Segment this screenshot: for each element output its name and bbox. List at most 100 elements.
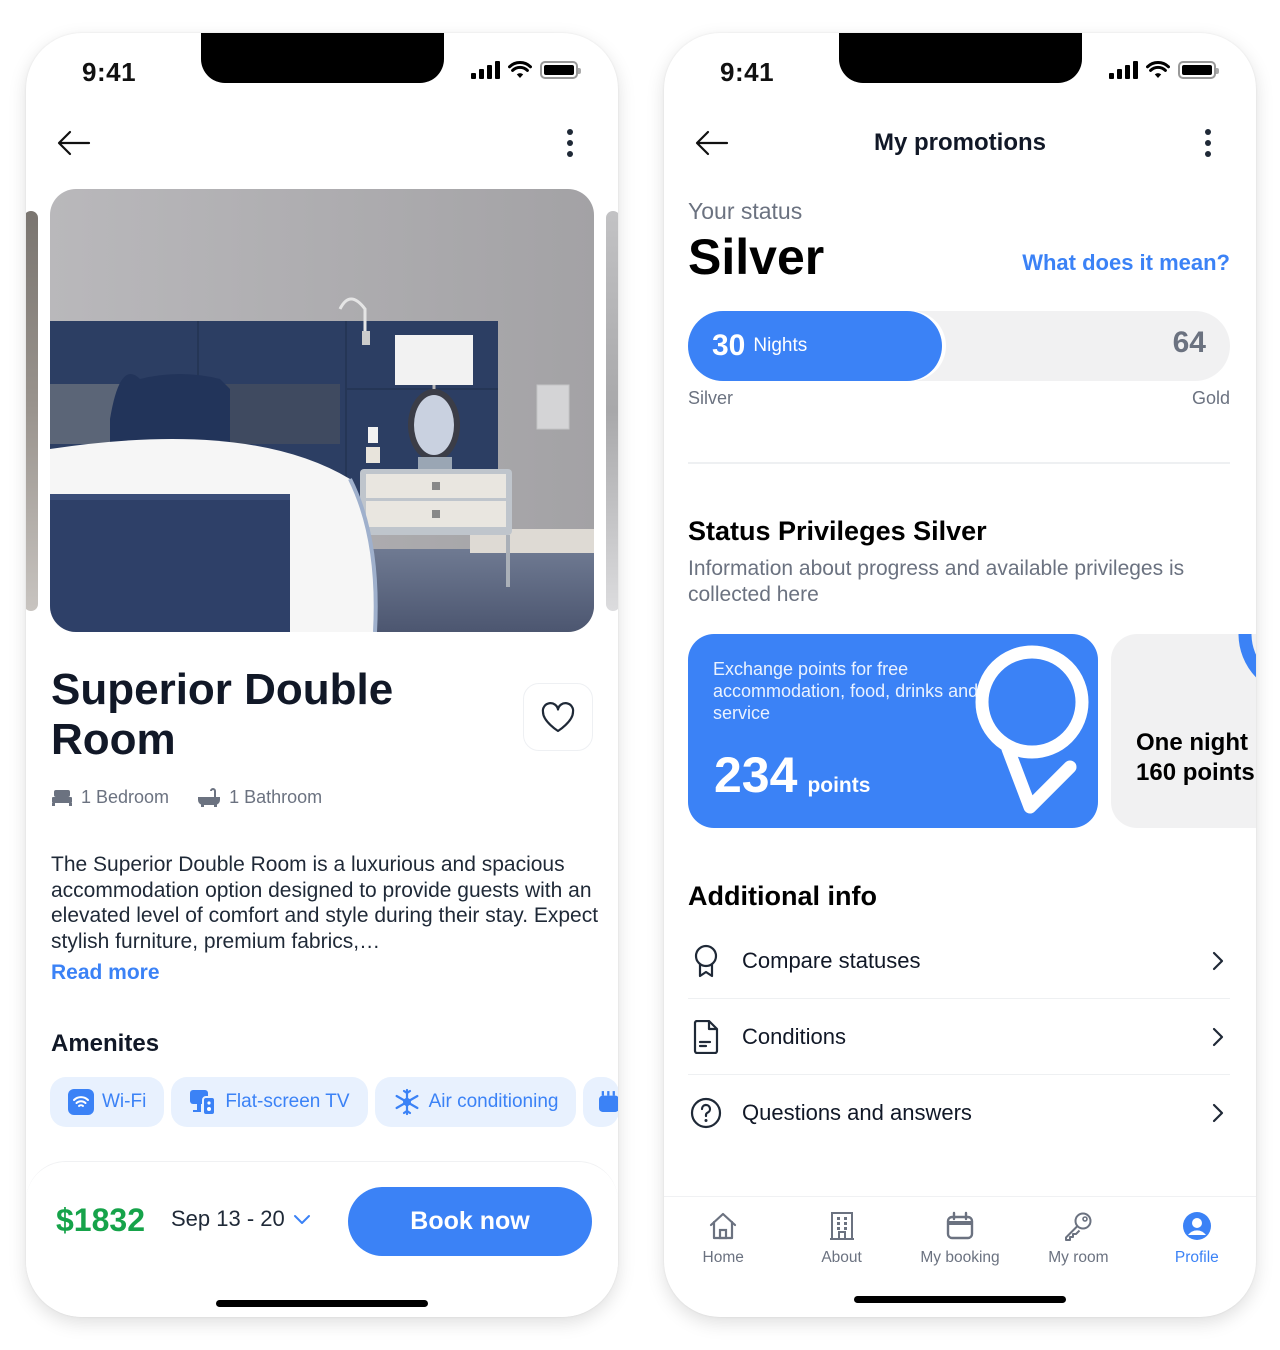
award-icon xyxy=(694,944,718,977)
key-icon xyxy=(1065,1212,1092,1241)
more-vertical-icon xyxy=(1205,129,1211,157)
chevron-down-icon xyxy=(293,1215,310,1224)
one-night-card-line2: 160 points xyxy=(1136,759,1255,786)
back-button[interactable] xyxy=(692,123,732,163)
snowflake-icon xyxy=(395,1088,419,1116)
amenities-list: Wi-Fi Flat-screen TV Air conditioning xyxy=(50,1077,618,1127)
calendar-icon xyxy=(599,1091,618,1112)
document-icon xyxy=(693,1019,719,1054)
user-circle-icon xyxy=(1182,1212,1211,1240)
points-card[interactable]: Exchange points for free accommodation, … xyxy=(688,634,1098,828)
room-photo-illustration xyxy=(50,189,594,632)
progress-current: 30 xyxy=(712,329,746,362)
price: $1832 xyxy=(56,1202,145,1238)
tab-label: My booking xyxy=(920,1249,1000,1266)
next-photo[interactable] xyxy=(606,211,618,611)
amenities-title: Amenites xyxy=(51,1030,160,1057)
wifi-status-icon xyxy=(508,61,532,78)
notch xyxy=(201,33,444,83)
battery-icon xyxy=(1178,61,1219,79)
additional-info-list: Compare statuses Conditions Questions an… xyxy=(688,923,1230,1151)
progress-target: 64 xyxy=(1172,326,1206,359)
amenity-chip-more[interactable] xyxy=(583,1077,618,1127)
one-night-card-line1: One night xyxy=(1136,729,1248,756)
status-time: 9:41 xyxy=(82,57,137,87)
topbar: My promotions xyxy=(692,121,1228,165)
status-icons xyxy=(471,61,581,79)
bedroom-count: 1 Bedroom xyxy=(51,787,169,808)
wifi-icon xyxy=(68,1089,94,1115)
heart-icon xyxy=(541,702,575,733)
amenity-chip-air-conditioning[interactable]: Air conditioning xyxy=(374,1077,577,1127)
amenity-chip-wifi[interactable]: Wi-Fi xyxy=(50,1077,165,1127)
photo-carousel[interactable] xyxy=(26,189,618,633)
status-time: 9:41 xyxy=(720,57,775,87)
more-options-button[interactable] xyxy=(1188,123,1228,163)
room-photo[interactable] xyxy=(50,189,594,632)
more-vertical-icon xyxy=(567,129,573,157)
compare-statuses-item[interactable]: Compare statuses xyxy=(688,923,1230,999)
tab-label: My room xyxy=(1048,1249,1109,1266)
status-value: Silver xyxy=(688,229,825,285)
help-circle-icon xyxy=(690,1097,722,1129)
page-title: My promotions xyxy=(874,129,1046,156)
current-tier-label: Silver xyxy=(688,388,734,408)
room-description: The Superior Double Room is a luxurious … xyxy=(51,853,599,953)
status-label: Your status xyxy=(688,198,803,224)
tab-profile[interactable]: Profile xyxy=(1138,1197,1256,1317)
room-detail-screen: 9:41 Superior Double Room 1 Bedroom 1 Ba… xyxy=(26,33,618,1317)
points-value: 234 xyxy=(714,747,798,803)
home-icon xyxy=(710,1212,737,1240)
tab-label: Profile xyxy=(1174,1249,1219,1266)
bathtub-icon xyxy=(198,787,221,807)
topbar xyxy=(54,121,590,165)
status-meaning-link[interactable]: What does it mean? xyxy=(1022,250,1230,276)
points-card-description: Exchange points for free accommodation, … xyxy=(713,659,979,723)
questions-answers-item[interactable]: Questions and answers xyxy=(688,1075,1230,1151)
amenity-chip-tv[interactable]: Flat-screen TV xyxy=(171,1077,368,1127)
date-range-label: Sep 13 - 20 xyxy=(171,1206,285,1231)
tab-label: Home xyxy=(702,1249,744,1266)
read-more-link[interactable]: Read more xyxy=(51,961,160,985)
signal-icon xyxy=(471,61,500,79)
tab-label: About xyxy=(821,1249,862,1266)
room-meta: 1 Bedroom 1 Bathroom xyxy=(51,787,322,808)
decoration-icon xyxy=(1238,634,1256,678)
arrow-left-icon xyxy=(57,130,91,156)
bedroom-label: 1 Bedroom xyxy=(81,787,170,807)
room-title: Superior Double Room xyxy=(51,665,394,764)
chevron-right-icon xyxy=(1212,1103,1224,1123)
wifi-status-icon xyxy=(1146,61,1170,78)
one-night-card[interactable]: One night 160 points xyxy=(1111,634,1256,828)
progress-unit: Nights xyxy=(753,335,808,356)
conditions-item[interactable]: Conditions xyxy=(688,999,1230,1075)
battery-icon xyxy=(540,61,581,79)
home-indicator xyxy=(854,1296,1066,1303)
date-range-selector[interactable]: Sep 13 - 20 xyxy=(171,1206,311,1232)
info-item-label: Questions and answers xyxy=(742,1100,972,1125)
info-item-label: Compare statuses xyxy=(742,947,921,973)
previous-photo[interactable] xyxy=(26,211,38,611)
amenity-label: Air conditioning xyxy=(428,1091,559,1112)
bathroom-count: 1 Bathroom xyxy=(197,787,322,808)
chevron-right-icon xyxy=(1212,1027,1224,1046)
info-item-label: Conditions xyxy=(742,1023,846,1049)
one-night-card-text: One night 160 points xyxy=(1136,728,1255,788)
booking-bar: $1832 Sep 13 - 20 Book now xyxy=(26,1161,618,1317)
bed-icon xyxy=(52,789,72,806)
privileges-subtitle: Information about progress and available… xyxy=(688,557,1185,606)
signal-icon xyxy=(1109,61,1138,79)
book-now-button[interactable]: Book now xyxy=(348,1187,592,1256)
calendar-icon xyxy=(946,1211,974,1240)
status-progress-bar: 30 Nights 64 xyxy=(688,311,1230,381)
arrow-left-icon xyxy=(695,130,729,156)
favorite-button[interactable] xyxy=(523,683,593,751)
points-unit: points xyxy=(807,774,871,797)
magnifier-decoration-icon xyxy=(975,645,1089,814)
amenity-label: Flat-screen TV xyxy=(225,1091,350,1112)
home-indicator xyxy=(216,1300,428,1307)
tab-home[interactable]: Home xyxy=(664,1197,782,1317)
back-button[interactable] xyxy=(54,123,94,163)
progress-fill: 30 Nights xyxy=(688,311,943,381)
more-options-button[interactable] xyxy=(550,123,590,163)
